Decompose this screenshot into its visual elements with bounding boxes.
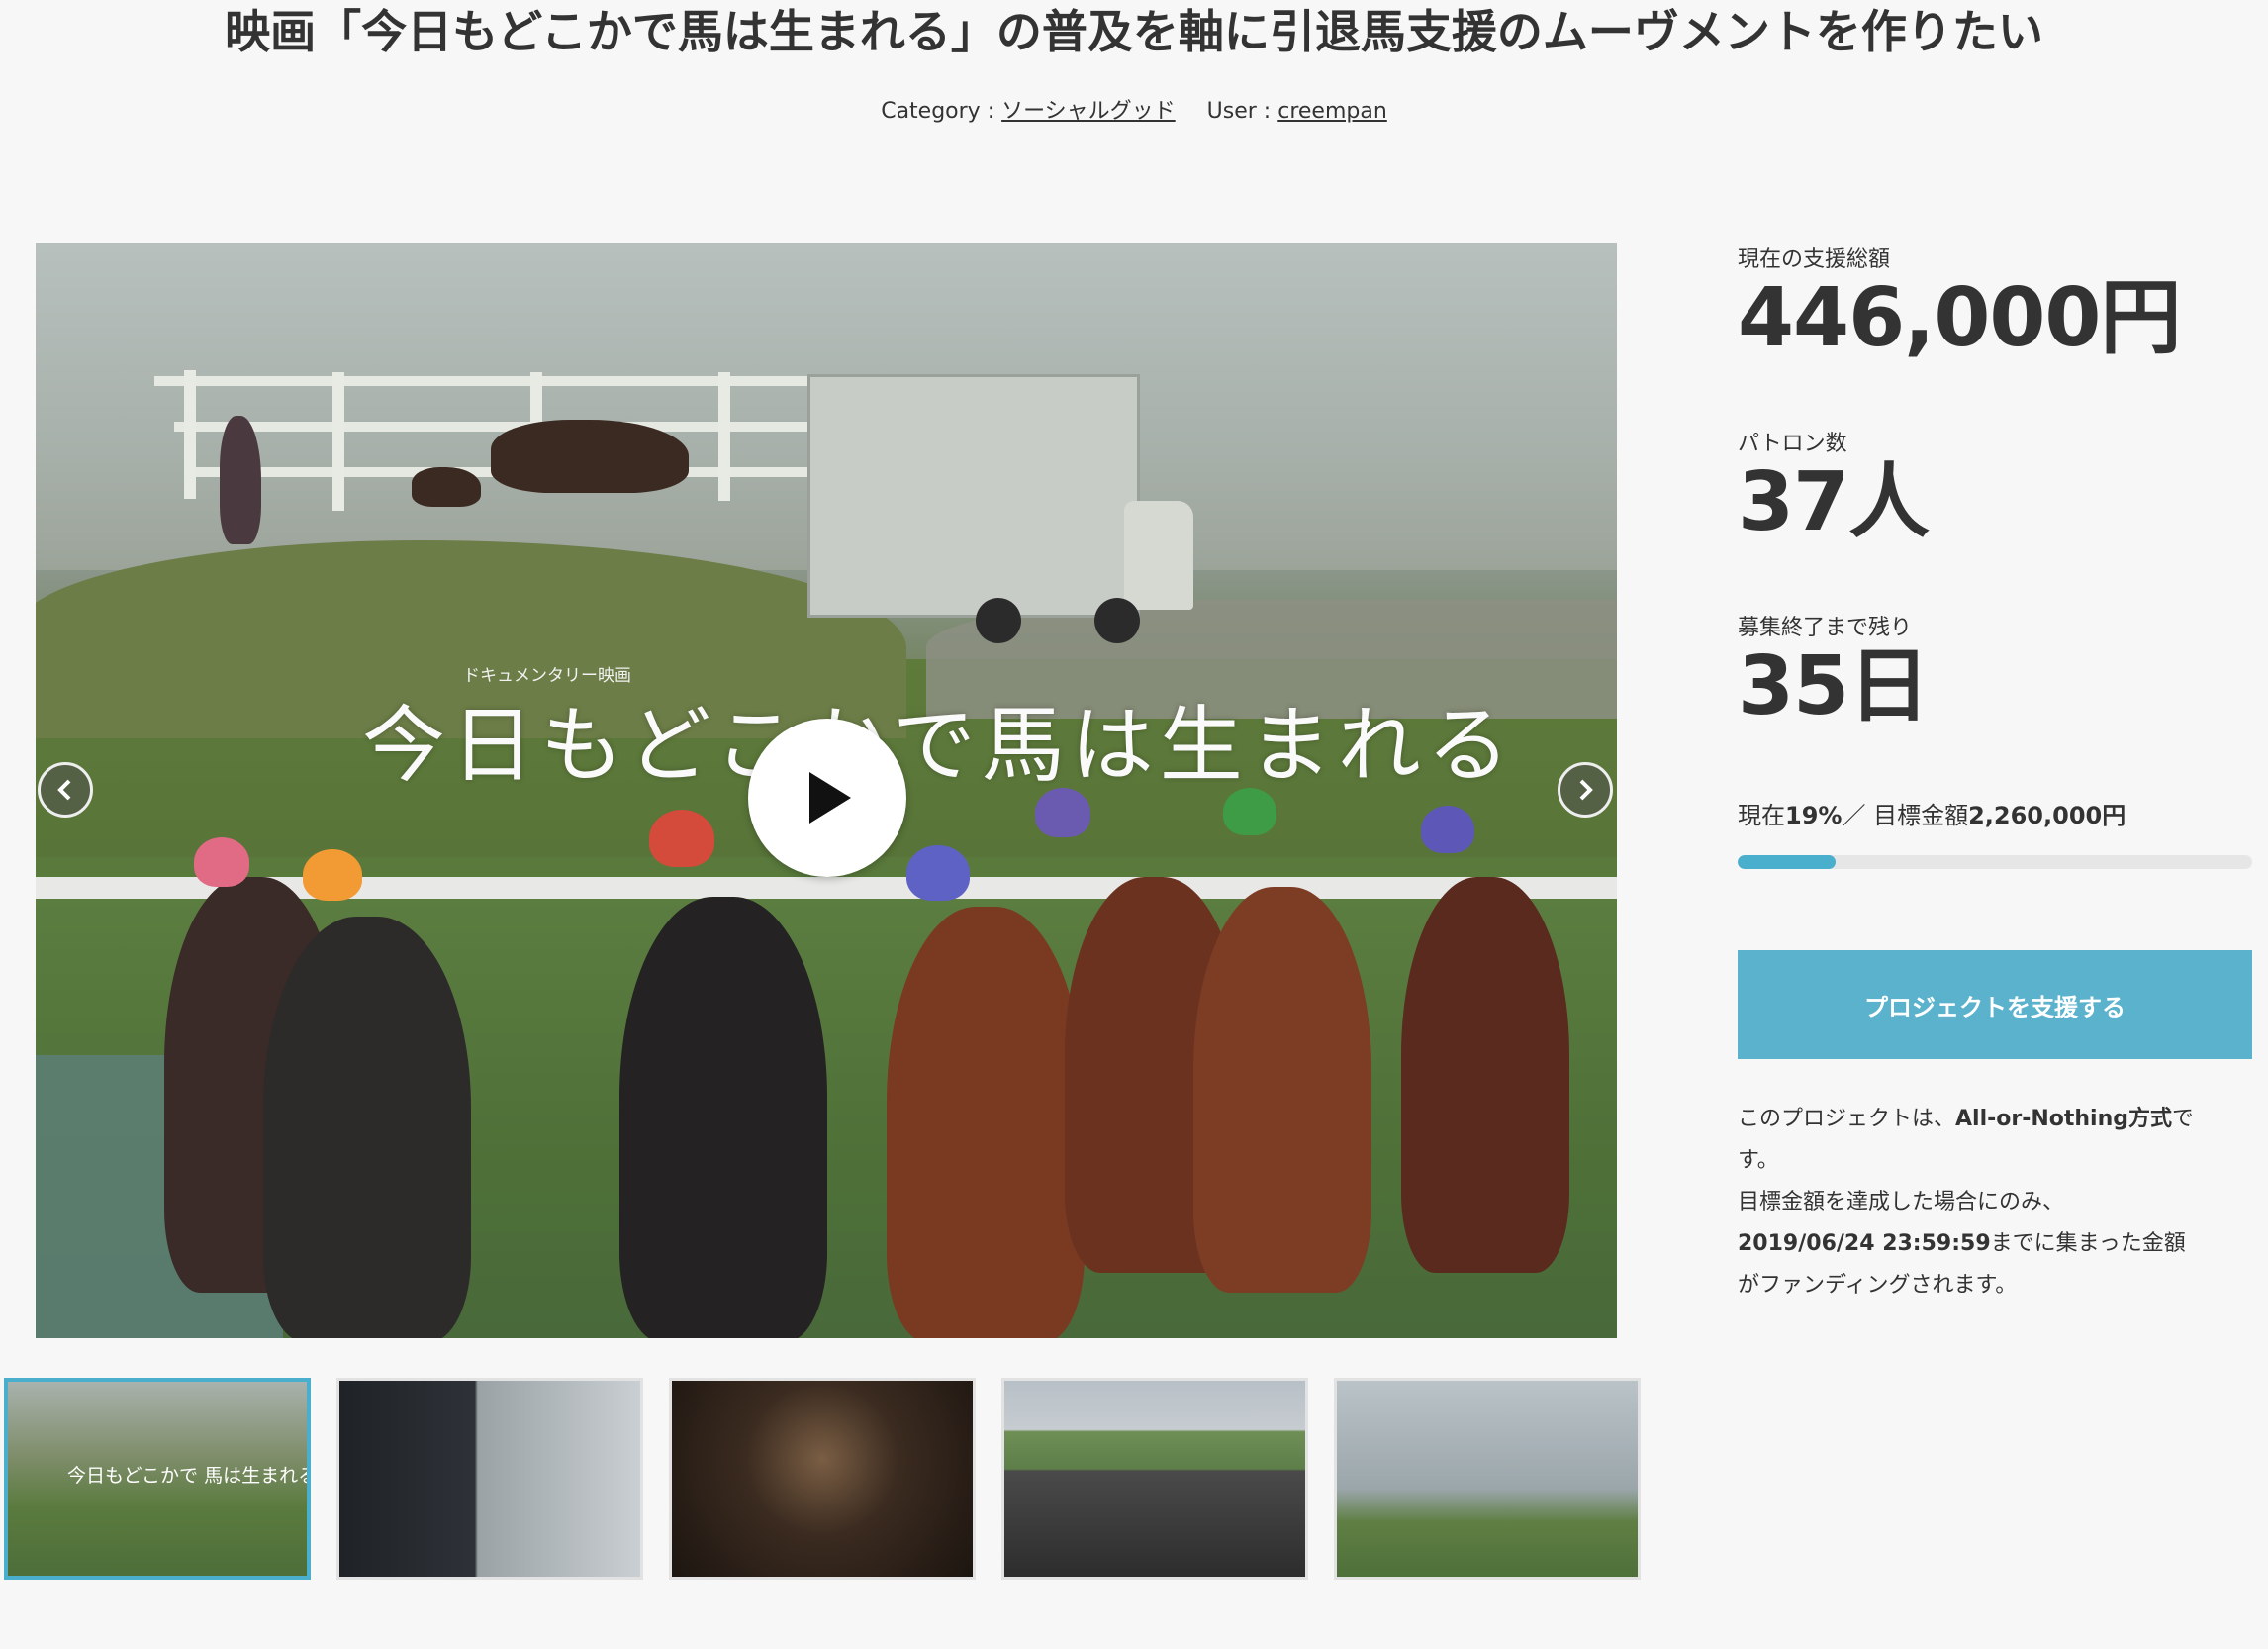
play-button[interactable] [748, 719, 906, 877]
racehorse [263, 917, 471, 1338]
funding-note: このプロジェクトは、All-or-Nothing方式で す。 目標金額を達成した… [1738, 1099, 2252, 1307]
racehorse [1401, 877, 1569, 1273]
total-amount-value: 446,000円 [1738, 271, 2181, 365]
next-slide-button[interactable] [1558, 762, 1613, 818]
racehorse [887, 907, 1085, 1338]
note-deadline: 2019/06/24 23:59:59 [1738, 1231, 1991, 1256]
category-link[interactable]: ソーシャルグッド [1001, 99, 1176, 124]
remaining-days-value: 35日 [1738, 639, 1930, 733]
note-text: す。 [1738, 1148, 1779, 1173]
jockey-cap [906, 845, 970, 901]
thumbnail-3[interactable] [669, 1378, 976, 1580]
remaining-days-label: 募集終了まで残り [1738, 616, 1913, 640]
jockey-cap [649, 810, 714, 867]
play-icon [809, 772, 851, 824]
user-label: User : [1206, 99, 1272, 124]
user-link[interactable]: creempan [1277, 99, 1387, 124]
thumbnail-1[interactable]: 今日もどこかで 馬は生まれる [4, 1378, 311, 1580]
racehorse [1193, 887, 1371, 1293]
total-amount-block: 現在の支援総額 446,000円 [1738, 242, 2181, 365]
project-meta: Category : ソーシャルグッド User : creempan [0, 93, 2268, 125]
progress-percent: 19% [1785, 802, 1843, 829]
jockey-cap [194, 837, 249, 887]
thumbnail-caption: 今日もどこかで 馬は生まれる [67, 1465, 311, 1487]
note-text: までに集まった金額 [1990, 1231, 2186, 1256]
chevron-right-icon [1579, 779, 1593, 801]
fence-post [184, 370, 196, 499]
note-emphasis: All-or-Nothing方式 [1955, 1107, 2173, 1131]
progress-bar [1738, 855, 2252, 869]
racehorse [619, 897, 827, 1338]
person-figure [220, 416, 261, 544]
remaining-days-block: 募集終了まで残り 35日 [1738, 610, 1930, 733]
jockey-cap [303, 849, 362, 901]
truck-cab [1124, 501, 1193, 610]
main-video[interactable]: ドキュメンタリー映画 今日もどこかで馬は生まれる [36, 243, 1617, 1338]
prev-slide-button[interactable] [38, 762, 93, 818]
total-amount-label: 現在の支援総額 [1738, 247, 1891, 272]
progress-bar-fill [1738, 855, 1836, 869]
mare-figure [491, 420, 689, 493]
note-text: で [2172, 1107, 2195, 1131]
foal-figure [412, 467, 481, 507]
chevron-left-icon [57, 779, 71, 801]
fence-post [332, 372, 344, 511]
fence-post [718, 372, 730, 501]
thumbnail-5[interactable] [1334, 1378, 1641, 1580]
progress-goal-amount: 2,260,000円 [1968, 802, 2126, 829]
support-project-button[interactable]: プロジェクトを支援する [1738, 950, 2252, 1059]
fence-rail [174, 422, 807, 432]
progress-current-prefix: 現在 [1738, 802, 1785, 829]
patron-count-block: パトロン数 37人 [1738, 426, 1930, 549]
patron-count-value: 37人 [1738, 455, 1930, 549]
note-text: がファンディングされます。 [1738, 1273, 2018, 1298]
patron-count-label: パトロン数 [1738, 432, 1847, 456]
jockey-cap [1421, 806, 1474, 853]
progress-summary: 現在19%／ 目標金額2,260,000円 [1738, 796, 2126, 830]
note-text: このプロジェクトは、 [1738, 1107, 1956, 1131]
fence-rail [154, 376, 807, 386]
truck-wheel [976, 598, 1021, 643]
progress-goal-label: ／ 目標金額 [1842, 802, 1969, 829]
truck-wheel [1094, 598, 1140, 643]
page-title: 映画「今日もどこかで馬は生まれる」の普及を軸に引退馬支援のムーヴメントを作りたい [225, 5, 2043, 58]
note-text: 目標金額を達成した場合にのみ、 [1738, 1190, 2065, 1214]
film-title: 今日もどこかで馬は生まれる [362, 697, 1516, 794]
thumbnail-4[interactable] [1001, 1378, 1308, 1580]
thumbnail-2[interactable] [336, 1378, 643, 1580]
horse-trailer [807, 374, 1140, 618]
category-label: Category : [881, 99, 995, 124]
